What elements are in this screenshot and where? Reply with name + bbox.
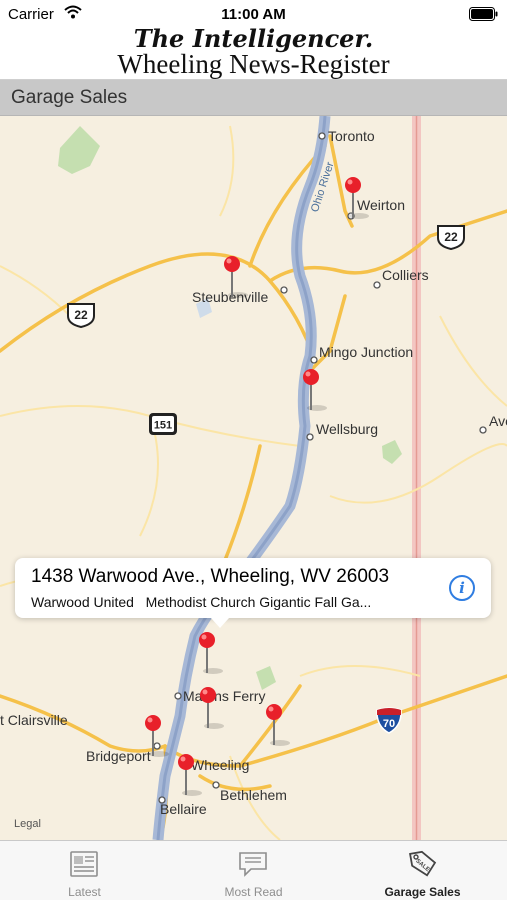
tab-label-most-read: Most Read bbox=[224, 885, 283, 899]
callout-description: Warwood United Methodist Church Gigantic… bbox=[31, 594, 372, 610]
park-area bbox=[58, 126, 100, 174]
info-icon[interactable]: i bbox=[449, 575, 475, 601]
battery-icon bbox=[469, 7, 499, 25]
map-label-toronto: Toronto bbox=[328, 128, 375, 144]
map-label-bellaire: Bellaire bbox=[160, 801, 207, 817]
svg-text:22: 22 bbox=[74, 308, 88, 322]
garage-sale-pin[interactable] bbox=[139, 714, 169, 757]
clock-time: 11:00 AM bbox=[221, 6, 286, 23]
callout-address: 1438 Warwood Ave., Wheeling, WV 26003 bbox=[31, 566, 390, 587]
map-label-st-clairsville: t Clairsville bbox=[0, 712, 68, 728]
svg-text:SALE: SALE bbox=[414, 858, 430, 873]
tab-label-latest: Latest bbox=[68, 885, 101, 899]
callout-tail bbox=[211, 618, 229, 628]
map-legal-link[interactable]: Legal bbox=[14, 818, 41, 830]
park-area bbox=[256, 666, 276, 690]
svg-text:151: 151 bbox=[154, 420, 172, 432]
garage-sale-pin[interactable] bbox=[218, 255, 248, 298]
map-label-bethlehem: Bethlehem bbox=[220, 787, 287, 803]
tab-most-read[interactable]: Most Read bbox=[169, 841, 338, 900]
newspaper-masthead: The Intelligencer. Wheeling News-Registe… bbox=[0, 26, 507, 80]
park-area bbox=[382, 440, 402, 464]
svg-text:70: 70 bbox=[383, 718, 395, 730]
garage-sales-map[interactable]: Toronto Weirton Colliers Steubenville Mi… bbox=[0, 116, 507, 840]
map-label-mingo-junction: Mingo Junction bbox=[319, 344, 414, 360]
sale-tag-icon: SALE bbox=[406, 849, 438, 884]
section-title: Garage Sales bbox=[11, 87, 128, 108]
garage-sale-pin[interactable] bbox=[194, 686, 224, 729]
map-label-colliers: Colliers bbox=[382, 267, 429, 283]
garage-sale-pin[interactable] bbox=[297, 368, 327, 411]
tab-latest[interactable]: Latest bbox=[0, 841, 169, 900]
map-label-wellsburg: Wellsburg bbox=[316, 421, 378, 437]
tab-bar: Latest Most Read SALE Garage Sales bbox=[0, 840, 507, 900]
map-label-ave: Ave bbox=[489, 413, 507, 429]
garage-sale-pin[interactable] bbox=[339, 176, 369, 219]
garage-sale-pin[interactable] bbox=[260, 703, 290, 746]
tab-label-garage-sales: Garage Sales bbox=[384, 885, 461, 899]
map-base bbox=[0, 116, 507, 840]
garage-sale-pin-selected[interactable] bbox=[193, 631, 223, 674]
chat-bubble-icon bbox=[237, 849, 269, 884]
svg-text:22: 22 bbox=[444, 230, 458, 244]
section-header: Garage Sales bbox=[0, 80, 507, 116]
newspaper-icon bbox=[68, 849, 100, 884]
masthead-subtitle: Wheeling News-Register bbox=[117, 49, 390, 79]
garage-sale-pin[interactable] bbox=[172, 753, 202, 796]
tab-garage-sales[interactable]: SALE Garage Sales bbox=[338, 841, 507, 900]
sale-location-callout[interactable]: 1438 Warwood Ave., Wheeling, WV 26003 Wa… bbox=[15, 558, 491, 628]
